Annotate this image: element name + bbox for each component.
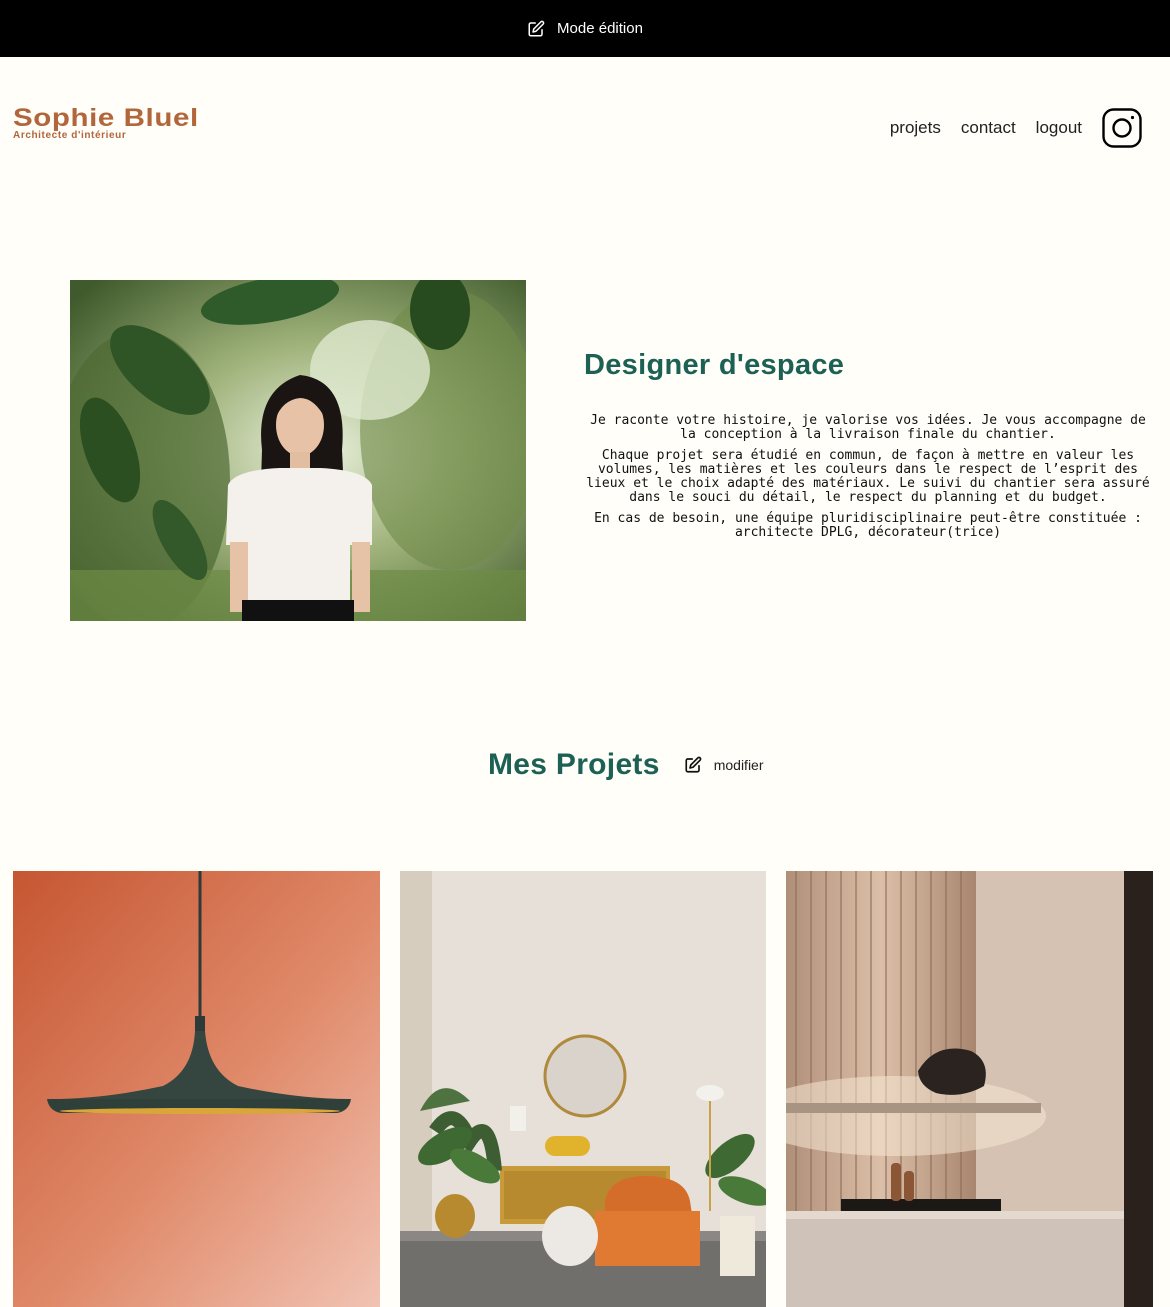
main-nav: projets contact logout: [890, 106, 1142, 150]
nav-contact[interactable]: contact: [961, 106, 1016, 150]
logo-subtitle: Architecte d'intérieur: [13, 130, 127, 141]
edit-mode-bar[interactable]: Mode édition: [0, 0, 1170, 57]
project-image-pendant-lamp[interactable]: [13, 871, 380, 1307]
intro-paragraph: Chaque projet sera étudié en commun, de …: [586, 448, 1150, 505]
intro-paragraph: En cas de besoin, une équipe pluridiscip…: [594, 511, 1142, 540]
modify-projects-button[interactable]: modifier: [684, 756, 764, 774]
designer-portrait-photo: [70, 280, 526, 621]
edit-icon: [685, 756, 702, 773]
logo-title: Sophie Bluel: [13, 104, 199, 132]
projects-title: Mes Projets: [488, 748, 660, 781]
instagram-icon[interactable]: [1102, 108, 1142, 148]
nav-projets[interactable]: projets: [890, 106, 941, 150]
intro-text: Je raconte votre histoire, je valorise v…: [584, 414, 1152, 547]
project-image-living-room[interactable]: [400, 871, 766, 1307]
logo[interactable]: Sophie Bluel Architecte d'intérieur: [13, 106, 198, 141]
project-image-kitchen[interactable]: [786, 871, 1153, 1307]
nav-logout[interactable]: logout: [1036, 106, 1082, 150]
projects-header: Mes Projets modifier: [488, 748, 764, 782]
modify-label: modifier: [713, 757, 764, 773]
intro-paragraph: Je raconte votre histoire, je valorise v…: [590, 413, 1146, 442]
intro-title: Designer d'espace: [584, 349, 845, 381]
edit-mode-label: Mode édition: [557, 20, 643, 37]
edit-icon: [528, 20, 545, 36]
